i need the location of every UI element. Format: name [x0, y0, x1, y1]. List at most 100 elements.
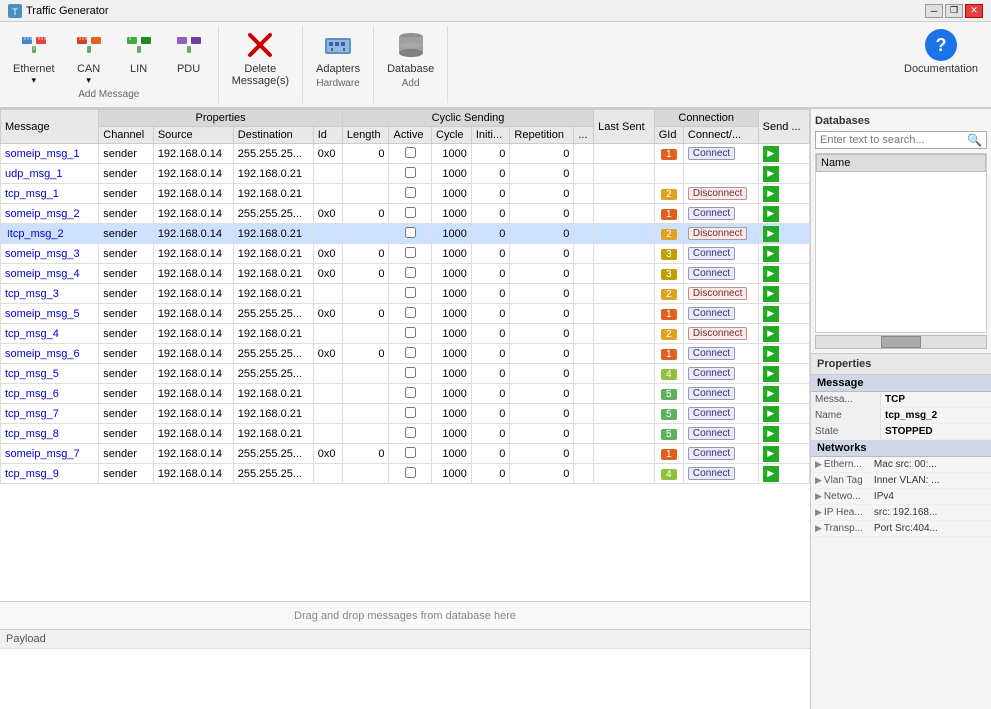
- play-button[interactable]: ▶: [763, 286, 779, 302]
- network-row[interactable]: ▶ Transp... Port Src:404...: [811, 521, 991, 537]
- search-input[interactable]: [820, 134, 967, 146]
- network-row[interactable]: ▶ IP Hea... src: 192.168...: [811, 505, 991, 521]
- restore-btn[interactable]: ❐: [945, 4, 963, 18]
- table-row[interactable]: tcp_msg_7sender192.168.0.14192.168.0.211…: [1, 404, 810, 424]
- cell-send[interactable]: ▶: [758, 204, 809, 224]
- col-active[interactable]: Active: [389, 127, 432, 144]
- table-row[interactable]: Itcp_msg_2sender192.168.0.14192.168.0.21…: [1, 224, 810, 244]
- cell-send[interactable]: ▶: [758, 164, 809, 184]
- table-row[interactable]: tcp_msg_3sender192.168.0.14192.168.0.211…: [1, 284, 810, 304]
- cell-active[interactable]: [389, 384, 432, 404]
- database-button[interactable]: Database: [378, 26, 443, 78]
- cell-active[interactable]: [389, 444, 432, 464]
- cell-active[interactable]: [389, 424, 432, 444]
- cell-send[interactable]: ▶: [758, 384, 809, 404]
- play-button[interactable]: ▶: [763, 446, 779, 462]
- col-length[interactable]: Length: [342, 127, 389, 144]
- col-id[interactable]: Id: [313, 127, 342, 144]
- col-channel[interactable]: Channel: [99, 127, 154, 144]
- cell-connect[interactable]: Connect: [683, 364, 758, 384]
- play-button[interactable]: ▶: [763, 166, 779, 182]
- cell-active[interactable]: [389, 204, 432, 224]
- cell-connect[interactable]: Disconnect: [683, 224, 758, 244]
- play-button[interactable]: ▶: [763, 346, 779, 362]
- connect-button[interactable]: Connect: [688, 147, 735, 160]
- delete-button[interactable]: DeleteMessage(s): [223, 26, 298, 90]
- network-row[interactable]: ▶ Vlan Tag Inner VLAN: ...: [811, 473, 991, 489]
- table-row[interactable]: someip_msg_3sender192.168.0.14192.168.0.…: [1, 244, 810, 264]
- minimize-btn[interactable]: ─: [925, 4, 943, 18]
- cell-send[interactable]: ▶: [758, 444, 809, 464]
- cell-connect[interactable]: Disconnect: [683, 284, 758, 304]
- table-row[interactable]: someip_msg_1sender192.168.0.14255.255.25…: [1, 144, 810, 164]
- col-cycle[interactable]: Cycle: [432, 127, 472, 144]
- message-table-container[interactable]: Message Properties Cyclic Sending Last S…: [0, 109, 810, 601]
- col-send[interactable]: Send ...: [758, 110, 809, 144]
- search-box[interactable]: 🔍: [815, 131, 987, 149]
- close-btn[interactable]: ✕: [965, 4, 983, 18]
- disconnect-button[interactable]: Disconnect: [688, 327, 747, 340]
- cell-active[interactable]: [389, 404, 432, 424]
- cell-active[interactable]: [389, 304, 432, 324]
- cell-send[interactable]: ▶: [758, 404, 809, 424]
- table-row[interactable]: tcp_msg_8sender192.168.0.14192.168.0.211…: [1, 424, 810, 444]
- play-button[interactable]: ▶: [763, 226, 779, 242]
- expand-arrow[interactable]: ▶: [815, 475, 822, 486]
- cell-connect[interactable]: [683, 164, 758, 184]
- table-row[interactable]: someip_msg_5sender192.168.0.14255.255.25…: [1, 304, 810, 324]
- connect-button[interactable]: Connect: [688, 247, 735, 260]
- play-button[interactable]: ▶: [763, 186, 779, 202]
- cell-connect[interactable]: Connect: [683, 444, 758, 464]
- db-col-name[interactable]: Name: [817, 155, 986, 172]
- expand-arrow[interactable]: ▶: [815, 459, 822, 470]
- cell-connect[interactable]: Connect: [683, 344, 758, 364]
- lin-button[interactable]: LIN: [114, 26, 164, 89]
- db-scrollbar[interactable]: [815, 335, 987, 349]
- table-row[interactable]: someip_msg_2sender192.168.0.14255.255.25…: [1, 204, 810, 224]
- network-row[interactable]: ▶ Ethern... Mac src: 00:...: [811, 457, 991, 473]
- cell-active[interactable]: [389, 224, 432, 244]
- drag-drop-area[interactable]: Drag and drop messages from database her…: [0, 601, 810, 629]
- table-row[interactable]: someip_msg_6sender192.168.0.14255.255.25…: [1, 344, 810, 364]
- col-dots[interactable]: ...: [574, 127, 594, 144]
- play-button[interactable]: ▶: [763, 426, 779, 442]
- pdu-button[interactable]: PDU: [164, 26, 214, 89]
- connect-button[interactable]: Connect: [688, 267, 735, 280]
- col-message[interactable]: Message: [1, 110, 99, 144]
- adapters-button[interactable]: Adapters: [307, 26, 369, 78]
- cell-send[interactable]: ▶: [758, 224, 809, 244]
- cell-connect[interactable]: Connect: [683, 204, 758, 224]
- table-row[interactable]: tcp_msg_4sender192.168.0.14192.168.0.211…: [1, 324, 810, 344]
- cell-active[interactable]: [389, 324, 432, 344]
- cell-connect[interactable]: Connect: [683, 244, 758, 264]
- connect-button[interactable]: Connect: [688, 427, 735, 440]
- cell-send[interactable]: ▶: [758, 264, 809, 284]
- connect-button[interactable]: Connect: [688, 447, 735, 460]
- play-button[interactable]: ▶: [763, 406, 779, 422]
- play-button[interactable]: ▶: [763, 206, 779, 222]
- connect-button[interactable]: Connect: [688, 347, 735, 360]
- cell-connect[interactable]: Disconnect: [683, 184, 758, 204]
- cell-connect[interactable]: Connect: [683, 304, 758, 324]
- cell-connect[interactable]: Connect: [683, 404, 758, 424]
- can-button[interactable]: CAN ▾: [64, 26, 114, 89]
- table-row[interactable]: someip_msg_4sender192.168.0.14192.168.0.…: [1, 264, 810, 284]
- cell-active[interactable]: [389, 364, 432, 384]
- col-connect[interactable]: Connect/...: [683, 127, 758, 144]
- cell-connect[interactable]: Connect: [683, 264, 758, 284]
- cell-send[interactable]: ▶: [758, 344, 809, 364]
- cell-active[interactable]: [389, 244, 432, 264]
- col-last-sent[interactable]: Last Sent: [594, 110, 655, 144]
- cell-send[interactable]: ▶: [758, 324, 809, 344]
- col-source[interactable]: Source: [153, 127, 233, 144]
- play-button[interactable]: ▶: [763, 306, 779, 322]
- table-row[interactable]: tcp_msg_6sender192.168.0.14192.168.0.211…: [1, 384, 810, 404]
- expand-arrow[interactable]: ▶: [815, 507, 822, 518]
- table-row[interactable]: tcp_msg_9sender192.168.0.14255.255.25...…: [1, 464, 810, 484]
- connect-button[interactable]: Connect: [688, 467, 735, 480]
- documentation-button[interactable]: ? Documentation: [895, 26, 987, 78]
- expand-arrow[interactable]: ▶: [815, 491, 822, 502]
- db-scrollbar-thumb[interactable]: [881, 336, 921, 348]
- cell-active[interactable]: [389, 164, 432, 184]
- cell-connect[interactable]: Connect: [683, 464, 758, 484]
